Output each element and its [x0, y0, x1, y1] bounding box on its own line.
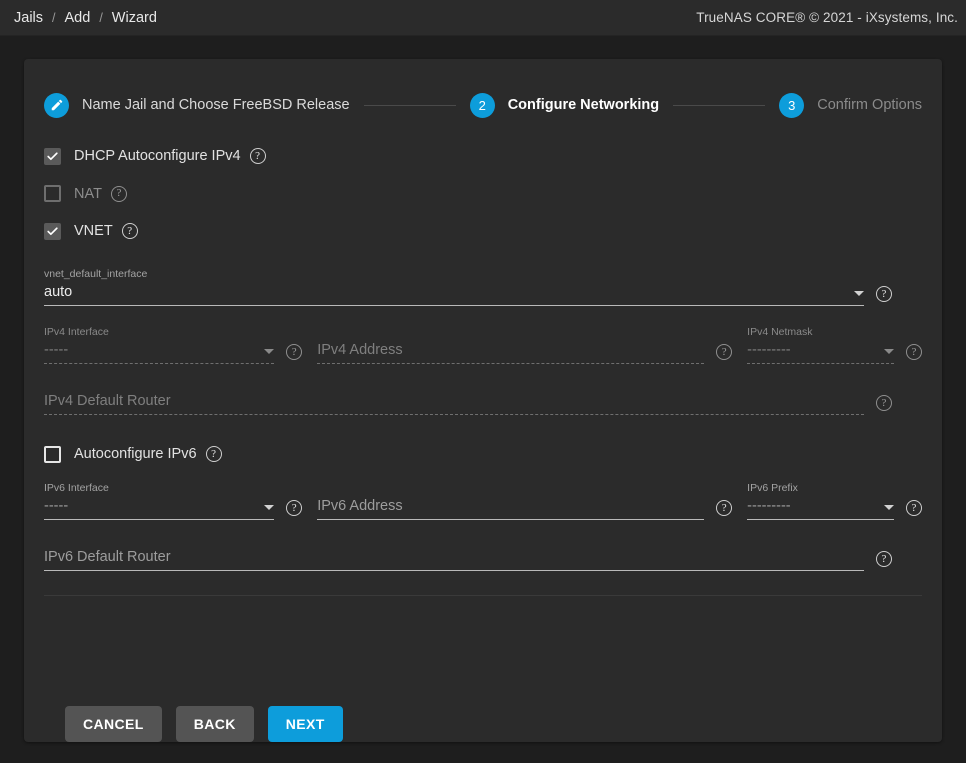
field-row-vnet-default-interface: vnet_default_interface auto ? — [44, 268, 922, 306]
field-placeholder-ipv4-default-router: IPv4 Default Router — [44, 393, 171, 409]
select-ipv6-prefix[interactable]: IPv6 Prefix --------- — [747, 482, 894, 520]
step-configure-networking[interactable]: 2 Configure Networking — [469, 92, 660, 118]
help-icon-ipv4-address[interactable]: ? — [716, 344, 733, 360]
checkbox-vnet[interactable] — [44, 222, 61, 240]
help-icon-ipv6-interface[interactable]: ? — [286, 500, 303, 516]
field-row-ipv4: IPv4 Interface ----- ? IPv4 Address ? IP… — [44, 326, 922, 364]
networking-form: DHCP Autoconfigure IPv4 ? NAT ? VNET ? v… — [24, 129, 942, 677]
breadcrumb-item-jails[interactable]: Jails — [14, 10, 43, 26]
breadcrumb-item-add[interactable]: Add — [65, 10, 91, 26]
field-row-ipv6-default-router: IPv6 Default Router ? — [44, 549, 922, 571]
chevron-down-icon[interactable] — [854, 291, 864, 296]
checkbox-row-nat[interactable]: NAT ? — [44, 175, 922, 212]
input-ipv4-default-router: IPv4 Default Router — [44, 393, 864, 415]
help-icon-autoconfigure-ipv6[interactable]: ? — [205, 446, 222, 462]
field-label-ipv4-netmask: IPv4 Netmask — [747, 326, 813, 338]
breadcrumb-item-wizard: Wizard — [111, 9, 157, 26]
field-value-ipv4-netmask: --------- — [747, 342, 791, 358]
step-number-2: 2 — [469, 92, 495, 118]
help-icon-ipv6-default-router[interactable]: ? — [876, 551, 892, 567]
help-icon-ipv6-prefix[interactable]: ? — [906, 500, 922, 516]
step-name-jail[interactable]: Name Jail and Choose FreeBSD Release — [44, 92, 350, 118]
select-vnet-default-interface[interactable]: vnet_default_interface auto — [44, 268, 864, 306]
field-label-vnet-default-interface: vnet_default_interface — [44, 268, 148, 280]
field-placeholder-ipv4-address: IPv4 Address — [317, 342, 403, 358]
edit-icon — [44, 92, 69, 118]
select-ipv4-interface: IPv4 Interface ----- — [44, 326, 275, 364]
field-label-ipv6-interface: IPv6 Interface — [44, 482, 109, 494]
checkbox-row-vnet[interactable]: VNET ? — [44, 212, 922, 250]
select-ipv4-netmask: IPv4 Netmask --------- — [747, 326, 894, 364]
step-label-confirm-options: Confirm Options — [817, 97, 923, 113]
help-icon-ipv4-netmask[interactable]: ? — [906, 344, 922, 360]
input-ipv6-default-router[interactable]: IPv6 Default Router — [44, 549, 864, 571]
back-button[interactable]: BACK — [175, 706, 254, 742]
step-confirm-options[interactable]: 3 Confirm Options — [779, 92, 923, 118]
chevron-down-icon[interactable] — [884, 505, 894, 510]
field-label-ipv4-interface: IPv4 Interface — [44, 326, 109, 338]
checkbox-label-autoconfigure-ipv6: Autoconfigure IPv6 — [74, 446, 197, 462]
help-icon-ipv4-default-router[interactable]: ? — [876, 395, 892, 411]
copyright-text: TrueNAS CORE® © 2021 - iXsystems, Inc. — [696, 10, 958, 25]
wizard-card: Name Jail and Choose FreeBSD Release 2 C… — [24, 59, 942, 742]
checkbox-label-nat: NAT — [74, 185, 102, 202]
select-ipv6-interface[interactable]: IPv6 Interface ----- — [44, 482, 275, 520]
form-divider — [44, 595, 922, 596]
top-bar: Jails / Add / Wizard TrueNAS CORE® © 202… — [0, 0, 966, 36]
step-number-3: 3 — [779, 92, 805, 118]
checkbox-label-vnet: VNET — [74, 223, 113, 239]
next-button[interactable]: NEXT — [267, 706, 343, 742]
field-value-ipv4-interface: ----- — [44, 342, 69, 358]
breadcrumb-separator: / — [52, 10, 56, 25]
field-value-ipv6-interface: ----- — [44, 498, 69, 514]
help-icon-ipv6-address[interactable]: ? — [716, 500, 733, 516]
wizard-stepper: Name Jail and Choose FreeBSD Release 2 C… — [24, 59, 942, 129]
wizard-actions: CANCEL BACK NEXT — [24, 677, 942, 742]
help-icon-nat[interactable]: ? — [110, 185, 127, 202]
step-connector — [363, 104, 456, 106]
step-connector — [673, 104, 766, 106]
checkbox-dhcp-autoconfigure-ipv4[interactable] — [44, 147, 61, 165]
field-label-ipv6-prefix: IPv6 Prefix — [747, 482, 798, 494]
help-icon-vnet-default-interface[interactable]: ? — [876, 286, 892, 302]
field-placeholder-ipv6-default-router: IPv6 Default Router — [44, 549, 171, 565]
breadcrumb-separator: / — [99, 10, 103, 25]
help-icon-ipv4-interface[interactable]: ? — [286, 344, 303, 360]
input-ipv6-address[interactable]: IPv6 Address — [317, 482, 705, 520]
field-value-vnet-default-interface: auto — [44, 284, 73, 300]
checkbox-label-dhcp-autoconfigure-ipv4: DHCP Autoconfigure IPv4 — [74, 148, 241, 164]
help-icon-dhcp-autoconfigure-ipv4[interactable]: ? — [249, 148, 266, 164]
checkbox-row-dhcp-autoconfigure-ipv4[interactable]: DHCP Autoconfigure IPv4 ? — [44, 137, 922, 175]
field-row-ipv6: IPv6 Interface ----- ? IPv6 Address ? IP… — [44, 482, 922, 520]
step-label-configure-networking: Configure Networking — [507, 97, 660, 113]
step-label-name-jail: Name Jail and Choose FreeBSD Release — [82, 97, 350, 113]
checkbox-row-autoconfigure-ipv6[interactable]: Autoconfigure IPv6 ? — [44, 435, 922, 473]
input-ipv4-address: IPv4 Address — [317, 326, 705, 364]
chevron-down-icon — [884, 349, 894, 354]
field-placeholder-ipv6-address: IPv6 Address — [317, 498, 403, 514]
checkbox-nat[interactable] — [44, 185, 61, 202]
chevron-down-icon[interactable] — [264, 505, 275, 510]
page-container: Name Jail and Choose FreeBSD Release 2 C… — [0, 36, 966, 742]
breadcrumb: Jails / Add / Wizard — [14, 10, 157, 26]
help-icon-vnet[interactable]: ? — [121, 223, 138, 239]
field-value-ipv6-prefix: --------- — [747, 498, 791, 514]
cancel-button[interactable]: CANCEL — [65, 706, 162, 742]
checkbox-autoconfigure-ipv6[interactable] — [44, 445, 61, 463]
chevron-down-icon — [264, 349, 275, 354]
field-row-ipv4-default-router: IPv4 Default Router ? — [44, 393, 922, 415]
